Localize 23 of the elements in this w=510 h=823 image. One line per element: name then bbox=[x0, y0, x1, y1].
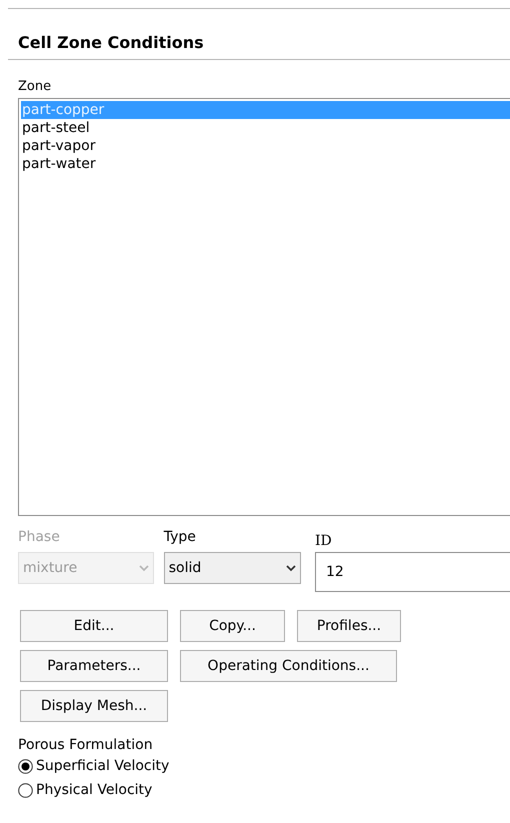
zone-label: Zone bbox=[18, 78, 52, 95]
field-label: Phase bbox=[18, 528, 61, 546]
field-label: Type bbox=[164, 528, 197, 546]
action-button[interactable]: Edit... bbox=[20, 610, 168, 642]
radio-button[interactable] bbox=[18, 758, 33, 774]
porous-label: Porous Formulation bbox=[18, 736, 154, 754]
radio-label: Superficial Velocity bbox=[36, 756, 170, 776]
radio-label: Physical Velocity bbox=[36, 780, 152, 800]
list-item[interactable]: part-water bbox=[21, 155, 510, 173]
radio-button[interactable] bbox=[18, 782, 33, 798]
list-item[interactable]: part-vapor bbox=[21, 137, 510, 155]
action-button[interactable]: Parameters... bbox=[20, 650, 168, 682]
chevron-down-icon bbox=[138, 564, 149, 572]
action-button[interactable]: Operating Conditions... bbox=[180, 650, 397, 682]
id-field[interactable]: 12 bbox=[315, 552, 510, 592]
chevron-down-icon bbox=[286, 564, 296, 572]
list-item[interactable]: part-steel bbox=[21, 119, 510, 137]
panel-title: Cell Zone Conditions bbox=[18, 33, 204, 52]
action-button[interactable]: Profiles... bbox=[297, 610, 401, 642]
action-button[interactable]: Copy... bbox=[180, 610, 285, 642]
action-button[interactable]: Display Mesh... bbox=[20, 690, 168, 722]
id-label: ID bbox=[315, 532, 333, 550]
dropdown[interactable]: solid bbox=[164, 552, 301, 584]
